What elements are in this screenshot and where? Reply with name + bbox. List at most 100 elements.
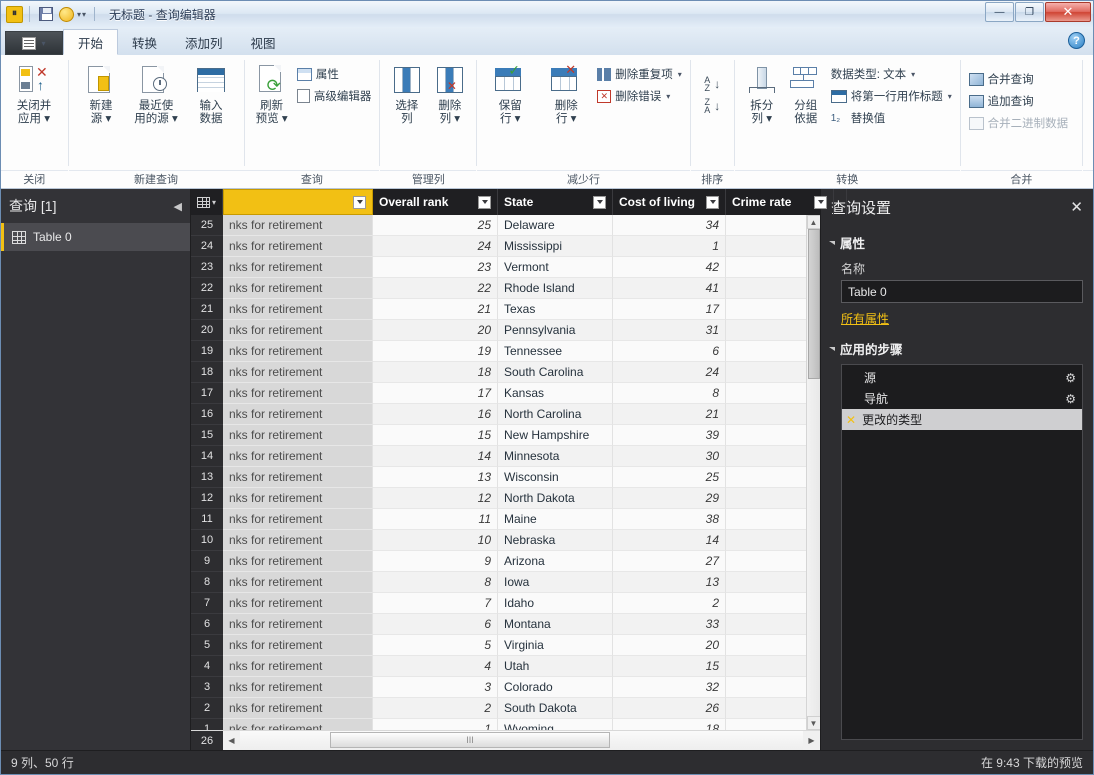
remove-rows-button[interactable]: ✕ 删除行 ▾ <box>538 60 594 128</box>
tab-view[interactable]: 视图 <box>237 29 290 55</box>
filter-dropdown-icon[interactable] <box>353 195 366 209</box>
cell-column-0[interactable]: nks for retirement <box>223 257 373 278</box>
cell-column-0[interactable]: nks for retirement <box>223 362 373 383</box>
cell-column-0[interactable]: nks for retirement <box>223 446 373 467</box>
column-header-state[interactable]: State <box>498 189 613 215</box>
cell-overall-rank[interactable]: 10 <box>373 530 498 551</box>
cell-overall-rank[interactable]: 13 <box>373 467 498 488</box>
cell-column-0[interactable]: nks for retirement <box>223 530 373 551</box>
maximize-button[interactable]: ❐ <box>1015 2 1044 22</box>
cell-column-0[interactable]: nks for retirement <box>223 698 373 719</box>
cell-state[interactable]: Kansas <box>498 383 613 404</box>
cell-overall-rank[interactable]: 8 <box>373 572 498 593</box>
tab-add-column[interactable]: 添加列 <box>171 29 237 55</box>
applied-step[interactable]: 源 ⚙ <box>842 367 1082 388</box>
tab-transform[interactable]: 转换 <box>118 29 171 55</box>
cell-state[interactable]: Delaware <box>498 215 613 236</box>
cell-overall-rank[interactable]: 18 <box>373 362 498 383</box>
cell-cost-of-living[interactable]: 38 <box>613 509 726 530</box>
cell-overall-rank[interactable]: 17 <box>373 383 498 404</box>
cell-state[interactable]: Minnesota <box>498 446 613 467</box>
cell-overall-rank[interactable]: 24 <box>373 236 498 257</box>
cell-column-0[interactable]: nks for retirement <box>223 320 373 341</box>
split-column-button[interactable]: 拆分列 ▾ <box>740 60 784 128</box>
save-button[interactable] <box>36 4 56 24</box>
cell-overall-rank[interactable]: 16 <box>373 404 498 425</box>
cell-overall-rank[interactable]: 21 <box>373 299 498 320</box>
filter-dropdown-icon[interactable] <box>814 195 827 209</box>
cell-state[interactable]: Maine <box>498 509 613 530</box>
scroll-up-button[interactable]: ▲ <box>806 215 820 229</box>
data-type-button[interactable]: 数据类型: 文本 ▾ <box>828 63 955 85</box>
table-row[interactable]: 1nks for retirement1Wyoming185 <box>191 719 820 730</box>
close-and-apply-button[interactable]: ✕ ↑ 关闭并 应用 ▾ <box>6 60 62 128</box>
cell-state[interactable]: Virginia <box>498 635 613 656</box>
cell-state[interactable]: New Hampshire <box>498 425 613 446</box>
cell-column-0[interactable]: nks for retirement <box>223 341 373 362</box>
cell-state[interactable]: North Carolina <box>498 404 613 425</box>
cell-overall-rank[interactable]: 3 <box>373 677 498 698</box>
cell-state[interactable]: Pennsylvania <box>498 320 613 341</box>
properties-button[interactable]: 属性 <box>294 63 375 85</box>
cell-overall-rank[interactable]: 5 <box>373 635 498 656</box>
cell-overall-rank[interactable]: 22 <box>373 278 498 299</box>
cell-column-0[interactable]: nks for retirement <box>223 509 373 530</box>
cell-overall-rank[interactable]: 14 <box>373 446 498 467</box>
enter-data-button[interactable]: 输入 数据 <box>184 60 239 128</box>
group-by-button[interactable]: 分组 依据 <box>784 60 828 128</box>
cell-cost-of-living[interactable]: 24 <box>613 362 726 383</box>
cell-column-0[interactable]: nks for retirement <box>223 677 373 698</box>
chevron-down-icon[interactable]: ▾ <box>77 10 81 19</box>
cell-cost-of-living[interactable]: 31 <box>613 320 726 341</box>
cell-cost-of-living[interactable]: 20 <box>613 635 726 656</box>
cell-state[interactable]: Idaho <box>498 593 613 614</box>
table-row[interactable]: 11nks for retirement11Maine383 <box>191 509 820 530</box>
file-menu-button[interactable]: ▾ <box>5 31 63 55</box>
cell-column-0[interactable]: nks for retirement <box>223 572 373 593</box>
table-row[interactable]: 8nks for retirement8Iowa1312 <box>191 572 820 593</box>
cell-state[interactable]: South Carolina <box>498 362 613 383</box>
cell-state[interactable]: Texas <box>498 299 613 320</box>
cell-cost-of-living[interactable]: 14 <box>613 530 726 551</box>
cell-cost-of-living[interactable]: 34 <box>613 215 726 236</box>
cell-state[interactable]: Wisconsin <box>498 467 613 488</box>
table-row[interactable]: 21nks for retirement21Texas1738 <box>191 299 820 320</box>
cell-state[interactable]: Montana <box>498 614 613 635</box>
cell-column-0[interactable]: nks for retirement <box>223 551 373 572</box>
delete-step-icon[interactable]: ✕ <box>846 413 856 427</box>
cell-column-0[interactable]: nks for retirement <box>223 656 373 677</box>
cell-cost-of-living[interactable]: 39 <box>613 425 726 446</box>
applied-step[interactable]: ✕ 更改的类型 <box>842 409 1082 430</box>
remove-errors-button[interactable]: ✕ 删除错误 ▾ <box>594 85 685 107</box>
cell-column-0[interactable]: nks for retirement <box>223 593 373 614</box>
horizontal-scroll-track[interactable]: III <box>240 731 803 750</box>
combine-binaries-button[interactable]: 合并二进制数据 <box>966 112 1072 134</box>
cell-cost-of-living[interactable]: 8 <box>613 383 726 404</box>
table-row[interactable]: 3nks for retirement3Colorado3225 <box>191 677 820 698</box>
cell-cost-of-living[interactable]: 42 <box>613 257 726 278</box>
cell-cost-of-living[interactable]: 41 <box>613 278 726 299</box>
table-row[interactable]: 7nks for retirement7Idaho22 <box>191 593 820 614</box>
column-header-cost-of-living[interactable]: Cost of living <box>613 189 726 215</box>
cell-cost-of-living[interactable]: 1 <box>613 236 726 257</box>
keep-rows-button[interactable]: ✓ 保留行 ▾ <box>482 60 538 128</box>
cell-state[interactable]: Mississippi <box>498 236 613 257</box>
append-queries-button[interactable]: 追加查询 <box>966 90 1072 112</box>
cell-overall-rank[interactable]: 7 <box>373 593 498 614</box>
sort-ascending-button[interactable]: A Z ↓ <box>701 73 723 95</box>
horizontal-scroll-thumb[interactable]: III <box>330 732 610 748</box>
close-icon[interactable]: ✕ <box>1070 198 1083 216</box>
cell-overall-rank[interactable]: 11 <box>373 509 498 530</box>
table-row[interactable]: 5nks for retirement5Virginia204 <box>191 635 820 656</box>
cell-overall-rank[interactable]: 15 <box>373 425 498 446</box>
table-row[interactable]: 16nks for retirement16North Carolina2133 <box>191 404 820 425</box>
minimize-button[interactable]: — <box>985 2 1014 22</box>
cell-column-0[interactable]: nks for retirement <box>223 488 373 509</box>
cell-cost-of-living[interactable]: 33 <box>613 614 726 635</box>
remove-duplicates-button[interactable]: 删除重复项 ▾ <box>594 63 685 85</box>
table-row[interactable]: 13nks for retirement13Wisconsin2513 <box>191 467 820 488</box>
cell-column-0[interactable]: nks for retirement <box>223 299 373 320</box>
cell-cost-of-living[interactable]: 27 <box>613 551 726 572</box>
cell-cost-of-living[interactable]: 15 <box>613 656 726 677</box>
cell-state[interactable]: Nebraska <box>498 530 613 551</box>
